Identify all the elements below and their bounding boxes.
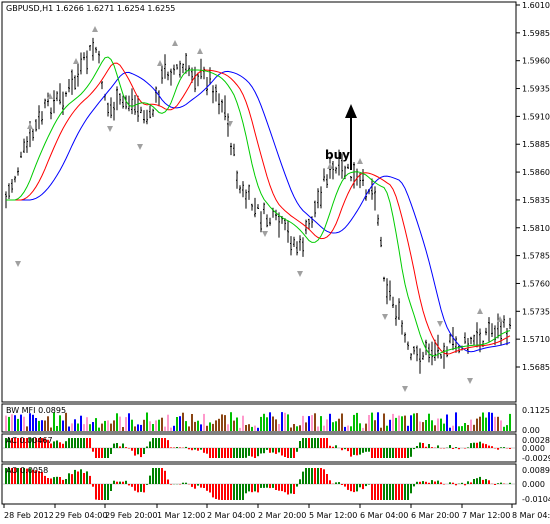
y-tick-label: 1.5985 <box>522 29 550 38</box>
x-tick-label: 8 Mar 04:00 <box>512 511 550 520</box>
y-tick-label: 1.5935 <box>522 85 550 94</box>
y-tick-label: 1.5760 <box>522 279 550 288</box>
x-tick-label: 1 Mar 12:00 <box>157 511 205 520</box>
ac-header: AC 0.00467 <box>6 436 53 445</box>
x-tick-label: 29 Feb 04:00 <box>55 511 107 520</box>
ao-y-label: 0.0089 <box>522 466 550 475</box>
x-tick-label: 7 Mar 12:00 <box>462 511 510 520</box>
y-tick-label: 1.5810 <box>522 224 550 233</box>
main-header: GBPUSD,H1 1.6266 1.6271 1.6254 1.6255 <box>6 4 175 13</box>
y-tick-label: 1.5885 <box>522 140 550 149</box>
bwmfi-y-label: 0.00 <box>522 426 540 435</box>
y-tick-label: 1.5710 <box>522 335 550 344</box>
y-tick-label: 1.6010 <box>522 1 550 10</box>
y-tick-label: 1.5735 <box>522 307 550 316</box>
x-tick-label: 29 Feb 20:00 <box>105 511 157 520</box>
x-tick-label: 2 Mar 20:00 <box>258 511 306 520</box>
ao-y-label: -0.0104 <box>522 495 550 504</box>
y-tick-label: 1.5910 <box>522 112 550 121</box>
x-tick-label: 5 Mar 12:00 <box>309 511 357 520</box>
y-tick-label: 1.5860 <box>522 168 550 177</box>
ao-header: AO 0.0058 <box>6 466 48 475</box>
x-tick-label: 6 Mar 20:00 <box>411 511 459 520</box>
trading-chart[interactable]: 1.6010 1.5985 1.5960 1.5935 1.5910 1.5885 1.58… <box>0 0 550 524</box>
y-tick-label: 1.5685 <box>522 363 550 372</box>
y-tick-label: 1.5960 <box>522 57 550 66</box>
main-pane[interactable] <box>1 1 517 403</box>
x-tick-label: 2 Mar 04:00 <box>207 511 255 520</box>
buy-label: buy <box>325 148 350 162</box>
ao-y-label: 0.000 <box>522 480 545 489</box>
bwmfi-header: BW MFI 0.0895 <box>6 406 66 415</box>
ac-y-label: -0.00293 <box>522 454 550 463</box>
bwmfi-y-label: 0.1125 <box>522 406 550 415</box>
x-tick-label: 28 Feb 2012 <box>4 511 54 520</box>
x-tick-label: 6 Mar 04:00 <box>360 511 408 520</box>
y-tick-label: 1.5835 <box>522 196 550 205</box>
ac-y-label: 0.000 <box>522 444 545 453</box>
y-tick-label: 1.5785 <box>522 252 550 261</box>
